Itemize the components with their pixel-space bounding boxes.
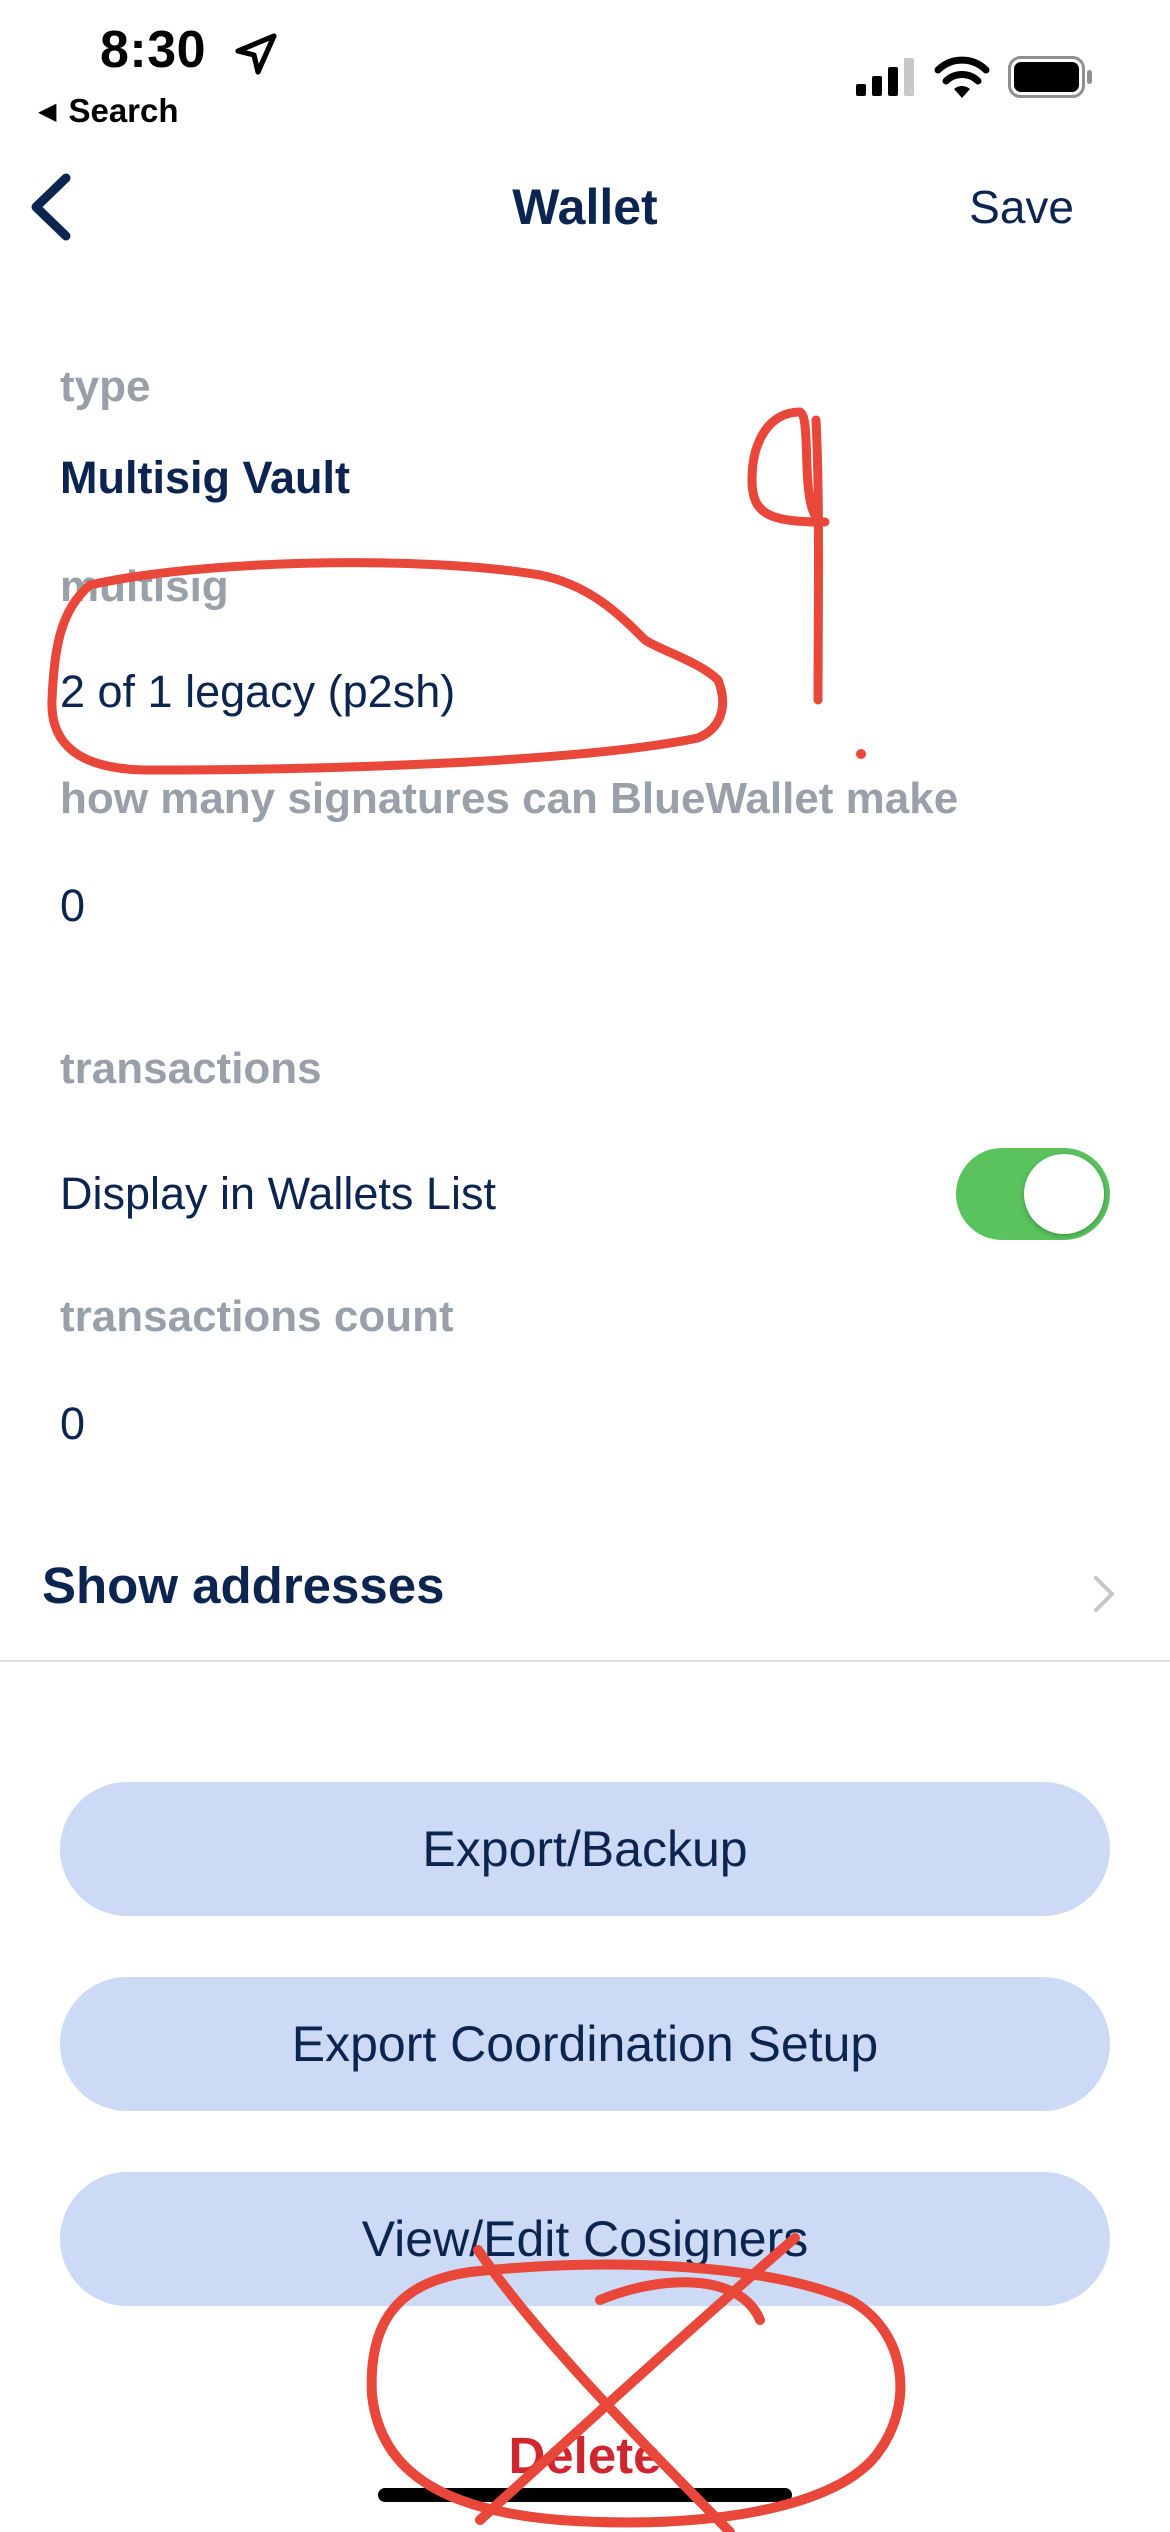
- delete-button[interactable]: Delete: [0, 2426, 1170, 2485]
- type-value: Multisig Vault: [60, 452, 351, 503]
- back-triangle-icon: ◀: [38, 97, 57, 125]
- cellular-signal-icon: [856, 58, 914, 96]
- show-addresses-label: Show addresses: [42, 1557, 445, 1614]
- transactions-label: transactions: [60, 1044, 322, 1093]
- transactions-count-label: transactions count: [60, 1292, 454, 1341]
- home-indicator: [378, 2488, 792, 2502]
- signatures-label: how many signatures can BlueWallet make: [60, 774, 959, 823]
- back-to-search-label: Search: [68, 92, 179, 129]
- chevron-right-icon: [1094, 1576, 1114, 1612]
- location-arrow-icon: [235, 33, 277, 75]
- red-dot-annotation: [856, 749, 866, 759]
- toggle-knob: [1024, 1154, 1104, 1234]
- view-edit-cosigners-button[interactable]: View/Edit Cosigners: [60, 2172, 1110, 2306]
- signatures-value: 0: [60, 880, 86, 931]
- export-coordination-setup-button[interactable]: Export Coordination Setup: [60, 1977, 1110, 2111]
- red-markup-annotations: [47, 407, 906, 2532]
- display-in-list-label: Display in Wallets List: [60, 1168, 496, 1219]
- status-time: 8:30: [100, 21, 207, 79]
- multisig-value: 2 of 1 legacy (p2sh): [60, 666, 456, 717]
- handwritten-number-annotation: [747, 407, 830, 705]
- save-button[interactable]: Save: [969, 180, 1074, 234]
- type-label: type: [60, 362, 151, 411]
- back-to-search-link[interactable]: ◀ Search: [38, 92, 179, 130]
- show-addresses-row[interactable]: Show addresses: [0, 1530, 1170, 1662]
- export-backup-button[interactable]: Export/Backup: [60, 1782, 1110, 1916]
- status-bar: 8:30 ◀ Search: [0, 0, 1170, 140]
- battery-icon: [1008, 56, 1092, 98]
- transactions-count-value: 0: [60, 1398, 86, 1449]
- multisig-label: multisig: [60, 562, 229, 611]
- wallet-details-screen: 8:30 ◀ Search Wallet Save type Multisig …: [0, 0, 1170, 2532]
- display-in-list-toggle[interactable]: [956, 1148, 1110, 1240]
- wifi-icon: [934, 56, 990, 98]
